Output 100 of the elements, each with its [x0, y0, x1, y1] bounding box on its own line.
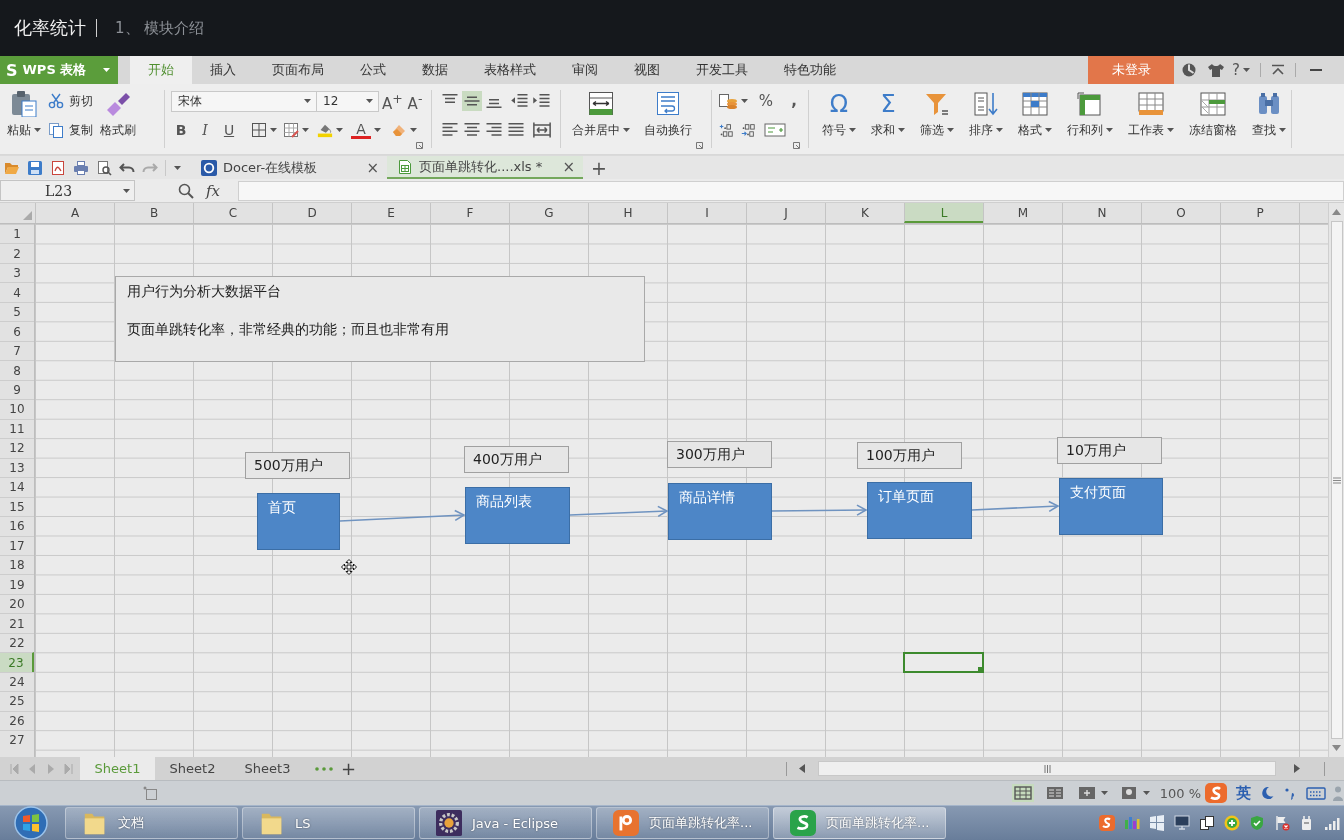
column-header[interactable]: P	[1220, 203, 1299, 223]
row-header[interactable]: 11	[0, 418, 34, 439]
more-sheets-icon[interactable]	[315, 766, 333, 771]
flag-icon[interactable]	[1274, 815, 1290, 831]
sum-button[interactable]: Σ 求和	[868, 90, 908, 142]
row-header[interactable]: 23	[0, 652, 34, 672]
ribbon-tab[interactable]: 表格样式	[466, 56, 554, 84]
row-header[interactable]: 8	[0, 360, 34, 380]
insert-function-button[interactable]: fx	[206, 181, 220, 200]
row-header[interactable]: 1	[0, 224, 34, 244]
row-header[interactable]: 16	[0, 516, 34, 536]
column-header[interactable]: D	[272, 203, 351, 223]
font-name-dropdown[interactable]: 宋体	[171, 90, 317, 112]
rows-columns-button[interactable]: 行和列	[1064, 90, 1116, 142]
start-button[interactable]	[14, 806, 48, 840]
number-format-icon[interactable]	[764, 123, 786, 137]
print-preview-icon[interactable]	[96, 159, 112, 176]
currency-icon[interactable]	[718, 93, 738, 109]
monitor-icon[interactable]	[1174, 815, 1190, 831]
formula-input[interactable]	[238, 180, 1344, 201]
ribbon-tab[interactable]: 公式	[342, 56, 404, 84]
row-header[interactable]: 19	[0, 574, 34, 594]
zoom-level[interactable]: 100 %	[1159, 785, 1201, 801]
column-header[interactable]: E	[351, 203, 430, 223]
underline-button[interactable]: U	[219, 120, 239, 140]
increase-decimal-icon[interactable]	[718, 122, 734, 138]
punctuation-icon[interactable]	[1283, 786, 1297, 800]
row-header[interactable]: 14	[0, 477, 34, 497]
copy-button[interactable]: 复制	[48, 119, 93, 141]
row-header[interactable]: 26	[0, 710, 34, 731]
font-size-dropdown[interactable]: 12	[317, 90, 379, 112]
filter-button[interactable]: 筛选	[917, 90, 957, 142]
bars-icon[interactable]	[1124, 815, 1140, 831]
column-header[interactable]: J	[746, 203, 825, 223]
worksheet-button[interactable]: 工作表	[1125, 90, 1177, 142]
comma-style-button[interactable]: ,	[784, 91, 804, 111]
ribbon-tab[interactable]: 插入	[192, 56, 254, 84]
signal-icon[interactable]	[1324, 815, 1340, 831]
symbol-button[interactable]: Ω 符号	[819, 90, 859, 142]
pages-icon[interactable]	[1199, 815, 1215, 831]
document-tab[interactable]: Docer-在线模板 ×	[191, 156, 387, 179]
column-header[interactable]: L	[904, 203, 983, 223]
input-method-icon[interactable]	[1099, 815, 1115, 831]
ribbon-tab[interactable]: 开始	[130, 56, 192, 84]
dialog-launcher-icon[interactable]	[793, 142, 800, 149]
window-grid-icon[interactable]	[1149, 815, 1165, 831]
row-header[interactable]: 2	[0, 243, 34, 263]
align-middle-icon[interactable]	[462, 91, 482, 111]
ribbon-tab[interactable]: 审阅	[554, 56, 616, 84]
row-header[interactable]: 20	[0, 593, 34, 614]
vertical-scroll-thumb[interactable]	[1330, 221, 1343, 739]
row-header[interactable]: 10	[0, 399, 34, 419]
cut-button[interactable]: 剪切	[48, 90, 93, 112]
shrink-font-button[interactable]: A$^{-}$	[405, 91, 425, 111]
row-header[interactable]: 4	[0, 282, 34, 302]
keyboard-icon[interactable]	[1306, 786, 1326, 800]
merge-center-button[interactable]: 合并居中	[569, 90, 633, 142]
caret-icon[interactable]	[1100, 791, 1108, 795]
clock-icon[interactable]	[1182, 63, 1197, 77]
scroll-down-icon[interactable]	[1332, 745, 1341, 751]
shirt-icon[interactable]	[1208, 63, 1225, 77]
input-mode-toggle[interactable]: 英	[1236, 783, 1251, 803]
column-header[interactable]: F	[430, 203, 509, 223]
caret-icon[interactable]	[410, 128, 417, 132]
collapse-ribbon-icon[interactable]	[1271, 64, 1285, 76]
caret-icon[interactable]	[270, 128, 277, 132]
wrap-text-button[interactable]: 自动换行	[641, 90, 695, 142]
row-header[interactable]: 13	[0, 457, 34, 478]
print-icon[interactable]	[73, 159, 89, 176]
close-tab-button[interactable]: ×	[366, 158, 379, 177]
row-header[interactable]: 27	[0, 730, 34, 750]
find-button[interactable]: 查找	[1249, 90, 1289, 142]
ribbon-tab[interactable]: 开发工具	[678, 56, 766, 84]
shield-icon[interactable]	[1249, 815, 1265, 831]
plus-circle-icon[interactable]	[1224, 815, 1240, 831]
paste-button[interactable]: 粘贴	[4, 90, 44, 142]
column-header[interactable]: O	[1141, 203, 1220, 223]
borders-icon[interactable]	[251, 122, 267, 138]
ribbon-tab[interactable]: 页面布局	[254, 56, 342, 84]
caret-icon[interactable]	[374, 128, 381, 132]
sheet-tab[interactable]: Sheet2	[155, 757, 230, 780]
scroll-left-icon[interactable]	[799, 764, 805, 773]
caret-icon[interactable]	[302, 128, 309, 132]
caret-icon[interactable]	[741, 99, 748, 103]
column-header[interactable]: M	[983, 203, 1062, 223]
save-icon[interactable]	[27, 159, 43, 176]
row-header[interactable]: 9	[0, 379, 34, 400]
fill-color-icon[interactable]	[317, 122, 333, 138]
bold-button[interactable]: B	[171, 120, 191, 140]
row-header[interactable]: 5	[0, 301, 34, 322]
row-header[interactable]: 21	[0, 613, 34, 633]
document-icon[interactable]	[50, 159, 66, 176]
font-color-button[interactable]: A	[351, 121, 371, 139]
sheet-tab[interactable]: Sheet3	[230, 757, 305, 780]
row-header[interactable]: 3	[0, 262, 34, 283]
ribbon-tab[interactable]: 视图	[616, 56, 678, 84]
ribbon-tab[interactable]: 数据	[404, 56, 466, 84]
ribbon-tab[interactable]: 特色功能	[766, 56, 854, 84]
input-method-icon[interactable]	[1205, 783, 1227, 803]
column-header[interactable]: C	[193, 203, 272, 223]
